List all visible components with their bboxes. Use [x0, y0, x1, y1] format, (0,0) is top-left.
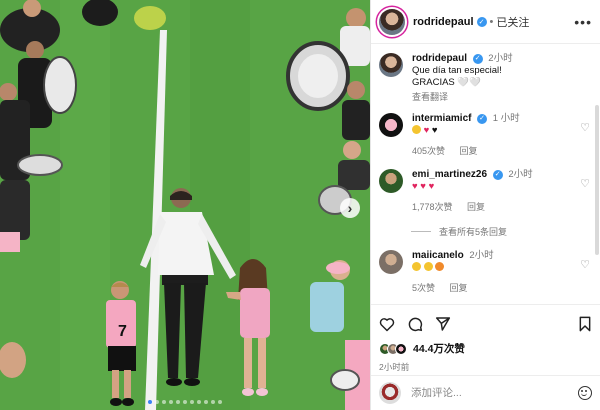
share-icon[interactable]: [435, 316, 451, 332]
commenter-avatar[interactable]: [379, 169, 403, 193]
verified-icon: ✓: [477, 114, 488, 124]
list-item: intermiamicf ✓ 1 小时 ♥ ♥ 405次赞 回复 ♡: [371, 113, 600, 157]
carousel-dot: [155, 400, 159, 404]
commenter-username[interactable]: intermiamicf: [412, 113, 471, 124]
bookmark-icon[interactable]: [578, 316, 592, 332]
author-avatar[interactable]: [379, 8, 405, 35]
view-replies-link[interactable]: 查看所有5条回复: [411, 225, 600, 238]
more-icon[interactable]: •••: [574, 14, 592, 30]
post-photo[interactable]: 7 ›: [0, 0, 370, 410]
comment-icon[interactable]: [407, 316, 423, 332]
caption-time: 2小时: [488, 53, 513, 64]
stadium-scene: 7: [0, 0, 370, 410]
carousel-indicator: [0, 400, 370, 404]
caption-line-1: Que día tan especial!: [412, 65, 502, 76]
reply-button[interactable]: 回复: [467, 202, 485, 212]
list-item: emi_martinez26 ✓ 2小时 ♥ ♥ ♥ 1,778次赞 回复 ♡: [371, 169, 600, 213]
viewer-avatar: [379, 382, 401, 404]
translate-link[interactable]: 查看翻译: [412, 92, 448, 102]
comment-emoji: ♥ ♥ ♥: [412, 181, 435, 192]
comment-likes[interactable]: 1,778次赞: [412, 202, 453, 212]
carousel-dot: [176, 400, 180, 404]
carousel-dot: [148, 400, 152, 404]
carousel-dot: [204, 400, 208, 404]
carousel-dot: [183, 400, 187, 404]
heart-icon[interactable]: [379, 317, 395, 332]
comment-emoji: [412, 262, 592, 274]
caption: rodridepaul ✓ 2小时 Que día tan especial! …: [371, 53, 600, 103]
like-count[interactable]: 44.4万次赞: [413, 341, 465, 356]
carousel-dot: [169, 400, 173, 404]
verified-icon: ✓: [492, 170, 503, 180]
next-arrow-icon[interactable]: ›: [340, 198, 360, 218]
caption-username[interactable]: rodridepaul: [412, 53, 467, 64]
follow-button[interactable]: 已关注: [496, 14, 529, 30]
comment-time: 1 小时: [492, 113, 520, 124]
commenter-avatar[interactable]: [379, 250, 403, 274]
commenter-avatar[interactable]: [379, 113, 403, 137]
comment-time: 2小时: [469, 250, 494, 261]
comment-likes[interactable]: 5次赞: [412, 283, 435, 293]
comments-scrollbar[interactable]: [595, 105, 599, 255]
separator-dot: •: [489, 15, 494, 28]
author-avatar[interactable]: [379, 53, 403, 77]
post-sidebar: rodridepaul ✓ • 已关注 ••• rodridepaul ✓ 2小…: [370, 0, 600, 410]
heart-icon[interactable]: ♡: [580, 177, 590, 190]
svg-text:7: 7: [118, 323, 127, 340]
emoji-icon[interactable]: [578, 386, 592, 400]
post-time: 2小时前: [379, 362, 410, 372]
list-item: maiicanelo 2小时 5次赞 回复 ♡: [371, 250, 600, 294]
comment-input[interactable]: [411, 387, 578, 399]
verified-icon: ✓: [476, 16, 487, 27]
carousel-dot: [197, 400, 201, 404]
caption-line-2: GRACIAS 🤍🤍: [412, 77, 482, 88]
comment-time: 2小时: [508, 169, 533, 180]
heart-icon[interactable]: ♡: [580, 121, 590, 134]
carousel-dot: [190, 400, 194, 404]
comment-list[interactable]: rodridepaul ✓ 2小时 Que día tan especial! …: [371, 45, 600, 303]
comment-likes[interactable]: 405次赞: [412, 146, 445, 156]
commenter-username[interactable]: maiicanelo: [412, 250, 464, 261]
author-username[interactable]: rodridepaul: [413, 16, 474, 28]
add-comment-bar: [371, 375, 600, 410]
post-header: rodridepaul ✓ • 已关注 •••: [371, 0, 600, 44]
carousel-dot: [211, 400, 215, 404]
carousel-dot: [162, 400, 166, 404]
carousel-dot: [218, 400, 222, 404]
verified-icon: ✓: [472, 54, 483, 64]
reply-button[interactable]: 回复: [460, 146, 478, 156]
heart-icon[interactable]: ♡: [580, 258, 590, 271]
action-bar: 44.4万次赞 2小时前: [371, 304, 600, 373]
comment-emoji: ♥ ♥: [412, 125, 592, 137]
commenter-username[interactable]: emi_martinez26: [412, 169, 487, 180]
reply-button[interactable]: 回复: [450, 283, 468, 293]
liker-avatar: [395, 342, 407, 355]
